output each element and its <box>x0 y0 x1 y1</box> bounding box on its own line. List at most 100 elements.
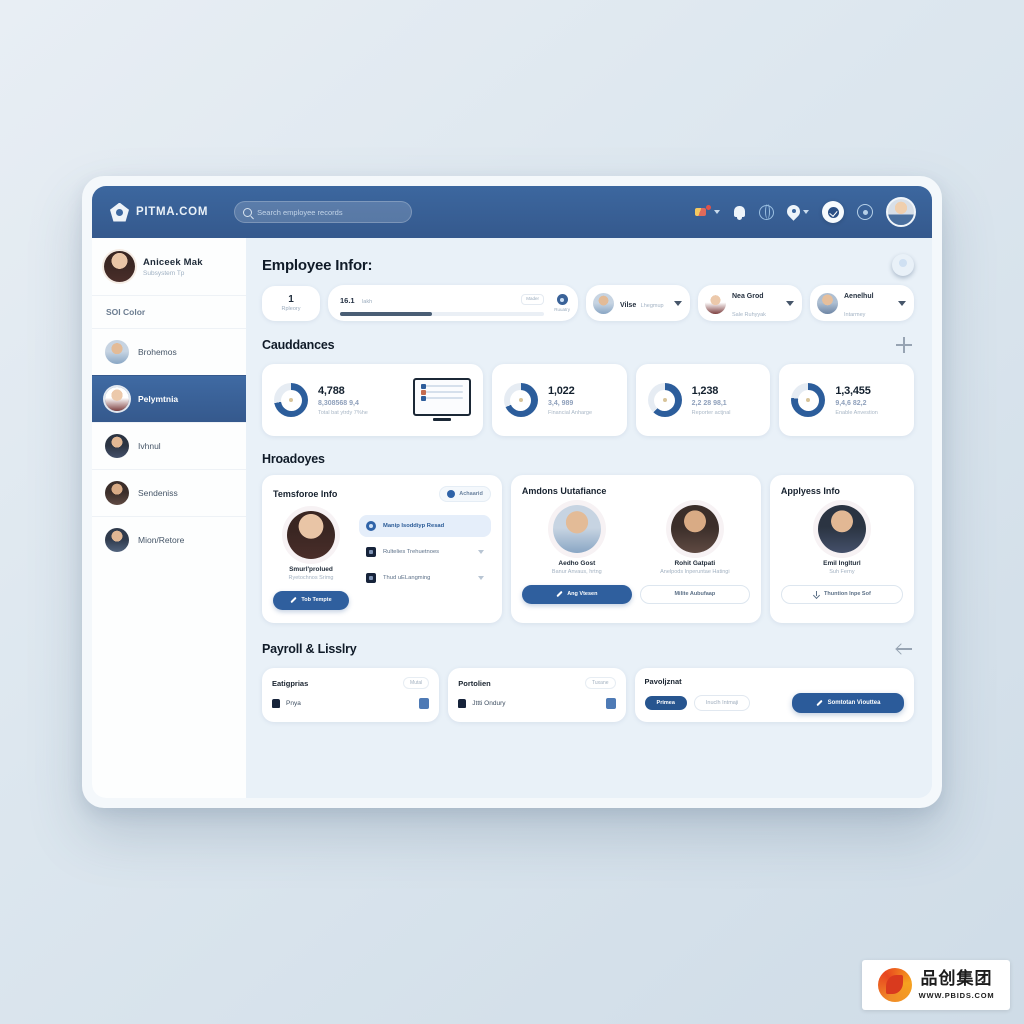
dot-icon <box>447 490 456 498</box>
stat-caption: Financial Anharge <box>547 409 593 416</box>
primary-pill-button[interactable]: Primea <box>644 696 687 710</box>
download-button[interactable]: Thuntion Inpe Sof <box>780 584 903 604</box>
count-pill[interactable]: 1 Rpleory <box>262 285 320 321</box>
check-badge-icon[interactable] <box>822 201 844 223</box>
progress-unit: lakh <box>362 299 373 306</box>
brand-logo[interactable]: PITMA.COM <box>110 202 208 222</box>
button-label: Somtotan Viouttea <box>827 700 881 706</box>
payroll-row: Eatigprias Mutal Pnya Portolien Tuxane J… <box>262 668 915 722</box>
sidebar-profile[interactable]: Aniceek Mak Subsystem Tp <box>92 251 246 295</box>
stat-card[interactable]: 1,3,455 9,4,6 82,2 Enable Anvestion <box>779 364 914 436</box>
bag-icon <box>272 699 280 708</box>
progress-card: 16.1 lakh Mader Ruuatry <box>328 285 578 321</box>
page-title: Employee Infor: <box>262 256 373 274</box>
arrow-left-icon[interactable] <box>894 639 914 659</box>
select-vilse[interactable]: Vilse Lhegmup <box>586 285 690 321</box>
avatar[interactable] <box>886 197 916 227</box>
employee-role: Suh Ferny <box>829 569 855 575</box>
progress-icon-button[interactable]: Ruuatry <box>554 294 570 312</box>
sidebar-profile-role: Subsystem Tp <box>143 269 185 277</box>
stat-value: 1,238 <box>691 384 719 397</box>
status-badge[interactable]: Achaarid <box>439 486 491 502</box>
avatar <box>105 528 129 552</box>
stat-card[interactable]: 1,238 2,2 28 98,1 Reporter actjnal <box>635 364 771 436</box>
card-chip: Mutal <box>403 677 430 689</box>
stat-value: 4,788 <box>318 384 345 397</box>
progress-track[interactable] <box>340 312 544 316</box>
donut-chart <box>647 383 682 417</box>
pencil-icon <box>816 700 823 707</box>
square-icon <box>366 573 376 583</box>
payroll-cta-button[interactable]: Somtotan Viouttea <box>792 693 905 713</box>
employee-profile: Aedho Gost Banur Anvaus, hrtng Ang Vtese… <box>521 505 632 604</box>
stat-card[interactable]: 4,788 8,308568 9,4 Total bat ytrdy 7%he <box>262 364 483 436</box>
sidebar-item-mion-retore[interactable]: Mion/Retore <box>92 516 246 563</box>
button-label: Thuntion Inpe Sof <box>824 591 871 598</box>
top-bar: PITMA.COM <box>92 186 932 238</box>
search-icon <box>243 207 253 217</box>
watermark-logo-icon <box>877 968 912 1002</box>
view-profile-button[interactable]: Ang Vtesen <box>521 584 632 604</box>
employees-header: Hroadoyes <box>262 452 914 466</box>
attendances-title: Cauddances <box>262 338 335 352</box>
card-title: Portolien <box>458 678 491 688</box>
edit-profile-button[interactable]: Tob Tempte <box>273 590 349 610</box>
row-label: Jttti Ondury <box>472 700 506 707</box>
monitor-illustration <box>412 378 471 422</box>
globe-dot-icon <box>556 294 568 305</box>
sidebar-item-ivhnul[interactable]: Ivhnul <box>92 422 246 469</box>
filter-row: 1 Rpleory 16.1 lakh Mader Ruuatry Vilse … <box>262 285 914 321</box>
avatar <box>817 505 866 553</box>
select-nea-grod[interactable]: Nea Grod Sale Ruhyyak <box>698 285 802 321</box>
employees-info-card: Applyess Info Emil Inglturl Suh Ferny Th… <box>769 475 914 623</box>
select-aenelhul[interactable]: Aenelhul Intarmey <box>810 285 914 321</box>
pin-icon <box>787 205 800 219</box>
pin-icon-button[interactable] <box>787 205 809 219</box>
page-header: Employee Infor: <box>262 254 914 276</box>
sidebar-section-label: SOI Color <box>92 295 246 328</box>
employees-row: Temsforoe Info Achaarid Smurl'prolued Ry… <box>262 475 914 623</box>
stat-caption: Reporter actjnal <box>691 409 731 416</box>
card-title: Eatigprias <box>272 678 309 688</box>
search-input[interactable] <box>257 207 404 217</box>
list-item-label: Manip Isoddiyp Resad <box>383 523 445 529</box>
payroll-title: Payroll & Lisslry <box>262 642 357 656</box>
card-header: Amdons Uutafiance <box>522 486 750 496</box>
card-header: Temsforoe Info Achaarid <box>273 486 491 502</box>
sidebar-item-pelymtnia[interactable]: Pelymtnia <box>92 375 246 422</box>
square-icon <box>366 547 376 557</box>
stats-row: 4,788 8,308568 9,4 Total bat ytrdy 7%he <box>262 364 914 436</box>
employees-title: Hroadoyes <box>262 452 325 466</box>
search-box[interactable] <box>234 201 413 223</box>
sidebar-item-sendeniss[interactable]: Sendeniss <box>92 469 246 516</box>
page-avatar-badge[interactable] <box>892 254 914 276</box>
secondary-pill-button[interactable]: Inuclh Intmaji <box>693 695 751 711</box>
payroll-card[interactable]: Eatigprias Mutal Pnya <box>262 668 440 722</box>
bell-icon[interactable] <box>733 205 746 220</box>
download-icon <box>813 590 820 598</box>
secondary-action-button[interactable]: Milite Aubufaap <box>639 584 750 604</box>
card-title: Amdons Uutafiance <box>521 486 607 496</box>
flag-icon-button[interactable] <box>695 205 720 219</box>
plus-icon[interactable] <box>894 335 914 355</box>
employee-profile: Rohit Gatpati Anelpods Inperuntae Hating… <box>639 505 750 604</box>
sidebar-item-label: Pelymtnia <box>138 394 179 404</box>
sidebar-item-label: Mion/Retore <box>138 535 185 545</box>
payroll-card[interactable]: Portolien Tuxane Jttti Ondury <box>448 668 626 722</box>
select-sub: Intarmey <box>844 312 866 318</box>
list-item[interactable]: Thud uELangming <box>359 567 491 589</box>
list-item-label: Thud uELangming <box>383 575 431 581</box>
card-title: Temsforoe Info <box>273 489 338 499</box>
chevron-down-icon <box>674 300 682 306</box>
stat-card[interactable]: 1,022 3,4, 989 Financial Anharge <box>491 364 627 436</box>
count-label: Rpleory <box>281 306 301 313</box>
toggle-icon[interactable] <box>419 698 430 709</box>
list-item[interactable]: Rultelies Trehuetnoes <box>359 541 491 563</box>
toggle-icon[interactable] <box>605 698 616 709</box>
sidebar-item-brohemos[interactable]: Brohemos <box>92 328 246 375</box>
avatar <box>670 505 719 553</box>
sidebar-profile-name: Aniceek Mak <box>143 256 203 268</box>
ring-icon[interactable] <box>857 204 873 220</box>
globe-icon[interactable] <box>759 203 774 220</box>
list-item[interactable]: Manip Isoddiyp Resad <box>359 515 491 537</box>
